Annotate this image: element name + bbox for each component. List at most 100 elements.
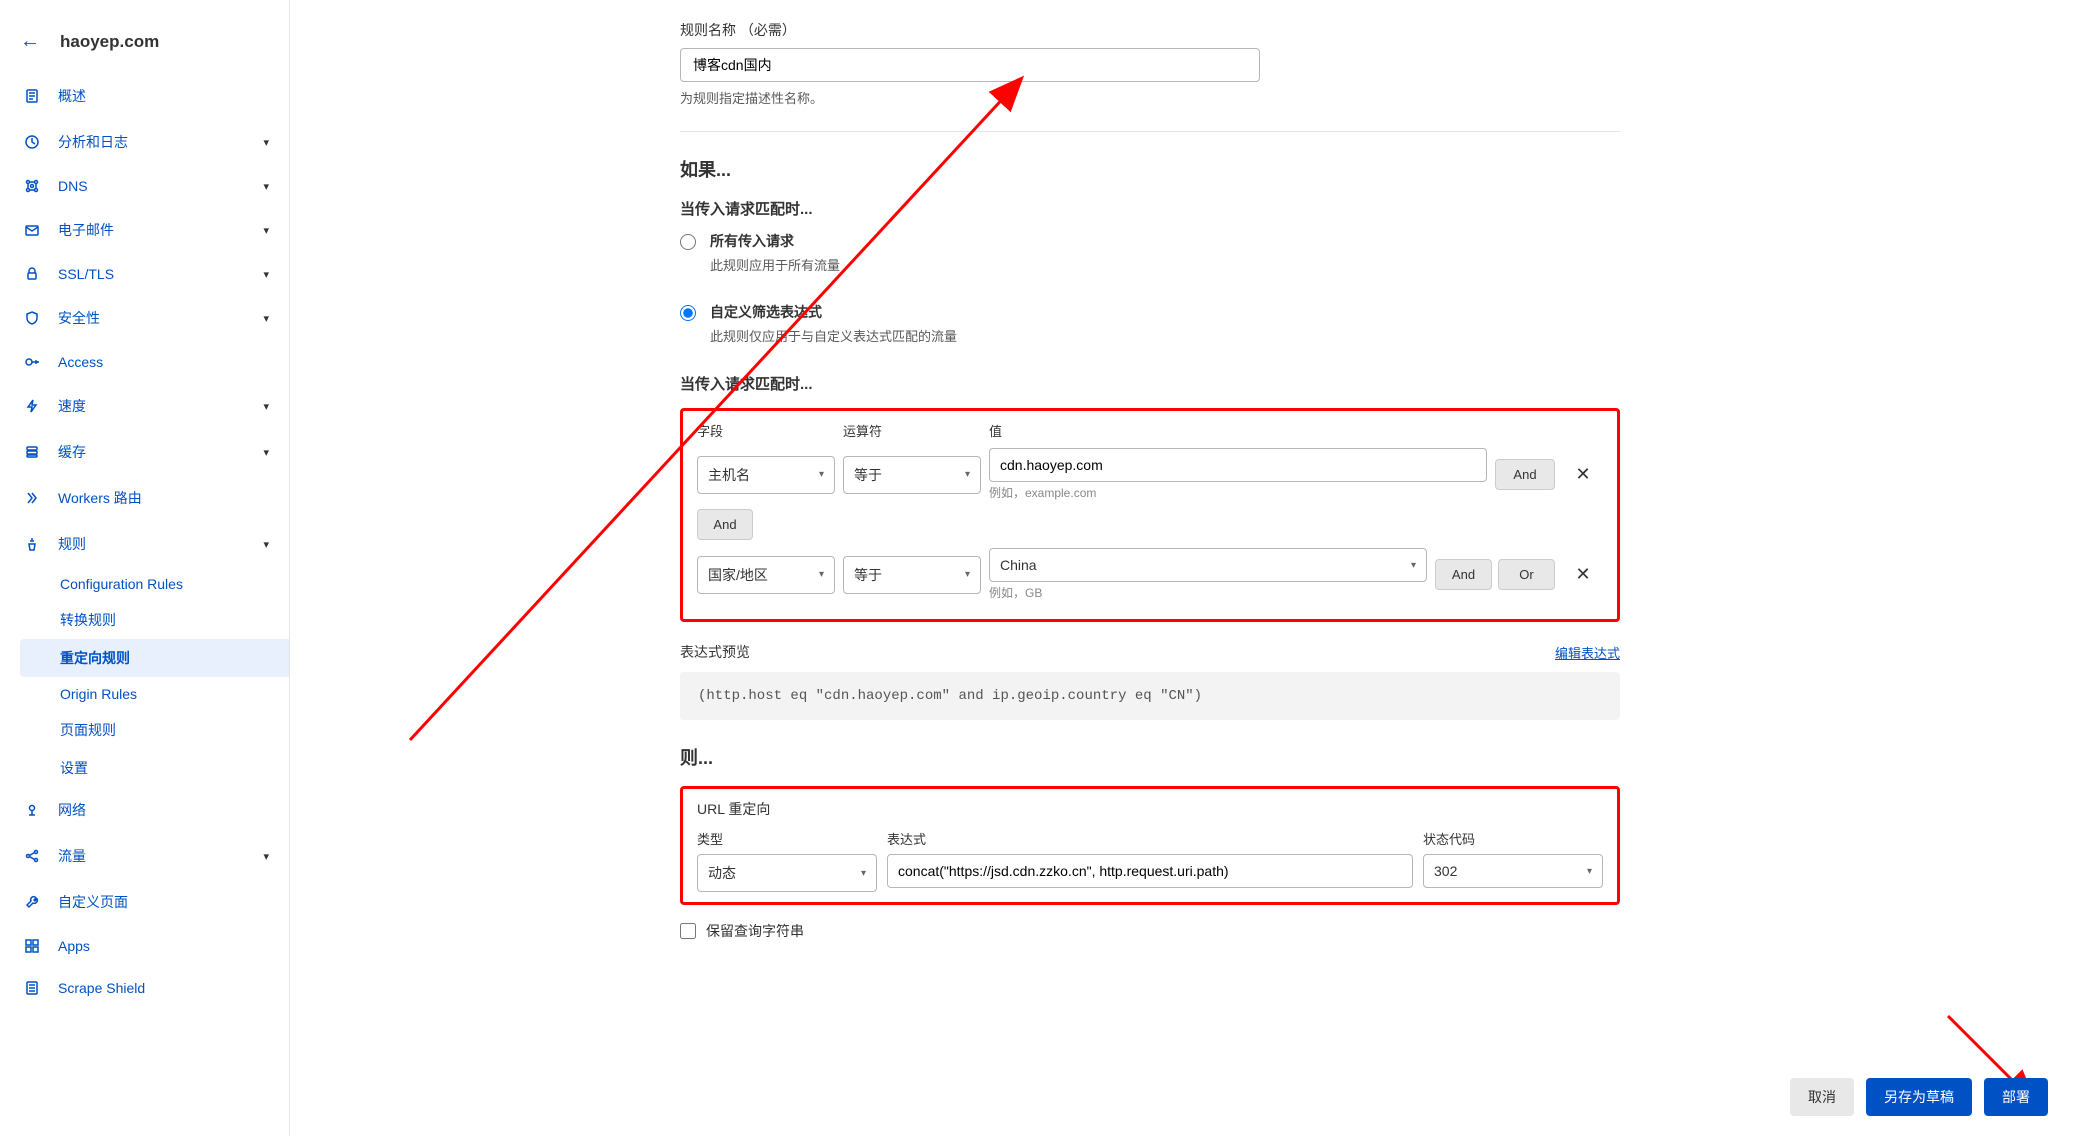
- radio-all-label: 所有传入请求: [710, 231, 840, 251]
- or-button-2[interactable]: Or: [1498, 559, 1555, 590]
- sub-nav-redirect-rules[interactable]: 重定向规则: [20, 639, 289, 677]
- rule-name-help: 为规则指定描述性名称。: [680, 88, 1620, 107]
- sidebar-item-traffic[interactable]: 流量 ▾: [0, 833, 289, 879]
- keep-query-checkbox[interactable]: [680, 923, 696, 939]
- chevron-down-icon: ▾: [263, 850, 269, 863]
- if-section-title: 如果...: [680, 156, 1620, 182]
- sidebar-item-email[interactable]: 电子邮件 ▾: [0, 207, 289, 253]
- field-select-2[interactable]: 国家/地区▾: [697, 556, 835, 594]
- divider: [680, 131, 1620, 132]
- radio-all-requests[interactable]: 所有传入请求 此规则应用于所有流量: [680, 231, 1620, 274]
- sidebar-item-analytics[interactable]: 分析和日志 ▾: [0, 119, 289, 165]
- edit-expression-link[interactable]: 编辑表达式: [1555, 643, 1620, 662]
- sidebar-item-access[interactable]: Access: [0, 341, 289, 383]
- sidebar-item-label: Access: [58, 354, 103, 370]
- and-join-button[interactable]: And: [697, 509, 753, 540]
- status-code-label: 状态代码: [1423, 829, 1603, 848]
- status-code-select[interactable]: 302▾: [1423, 854, 1603, 888]
- radio-custom-desc: 此规则仅应用于与自定义表达式匹配的流量: [710, 326, 957, 345]
- chevron-down-icon: ▾: [965, 569, 970, 580]
- sidebar-item-label: 缓存: [58, 442, 86, 462]
- dns-icon: [20, 178, 44, 194]
- sidebar-item-custom-pages[interactable]: 自定义页面: [0, 879, 289, 925]
- sidebar-item-apps[interactable]: Apps: [0, 925, 289, 967]
- chevron-down-icon: ▾: [1411, 560, 1416, 571]
- save-draft-button[interactable]: 另存为草稿: [1866, 1078, 1972, 1116]
- sub-nav-settings[interactable]: 设置: [60, 749, 289, 787]
- operator-select-2[interactable]: 等于▾: [843, 556, 981, 594]
- remove-row-1-icon[interactable]: ✕: [1563, 464, 1603, 485]
- keep-query-label: 保留查询字符串: [706, 921, 804, 941]
- lock-icon: [20, 266, 44, 282]
- sidebar-header: ← haoyep.com: [0, 20, 289, 73]
- sidebar-item-speed[interactable]: 速度 ▾: [0, 383, 289, 429]
- sidebar-item-network[interactable]: 网络: [0, 787, 289, 833]
- rules-icon: [20, 536, 44, 552]
- operator-select-1[interactable]: 等于▾: [843, 456, 981, 494]
- chevron-down-icon: ▾: [1587, 866, 1592, 877]
- chevron-down-icon: ▾: [965, 469, 970, 480]
- domain-name: haoyep.com: [60, 32, 159, 52]
- sub-nav-page-rules[interactable]: 页面规则: [60, 711, 289, 749]
- sidebar-item-label: Apps: [58, 938, 90, 954]
- cancel-button[interactable]: 取消: [1790, 1078, 1854, 1116]
- match-title: 当传入请求匹配时...: [680, 198, 1620, 219]
- sidebar-item-scrape-shield[interactable]: Scrape Shield: [0, 967, 289, 1009]
- preview-label: 表达式预览: [680, 642, 750, 662]
- sidebar-item-label: 自定义页面: [58, 892, 128, 912]
- expression-preview-row: 表达式预览 编辑表达式: [680, 642, 1620, 662]
- back-arrow-icon[interactable]: ←: [20, 30, 40, 53]
- sidebar-item-label: 流量: [58, 846, 86, 866]
- filter-title: 当传入请求匹配时...: [680, 373, 1620, 394]
- radio-custom-input[interactable]: [680, 305, 696, 321]
- field-select-1[interactable]: 主机名▾: [697, 456, 835, 494]
- filter-header-row: 字段 运算符 值: [697, 421, 1603, 440]
- chevron-down-icon: ▾: [819, 569, 824, 580]
- and-button-1[interactable]: And: [1495, 459, 1555, 490]
- value-input-1[interactable]: [989, 448, 1487, 482]
- sub-nav-origin-rules[interactable]: Origin Rules: [60, 677, 289, 711]
- main-content: 规则名称 （必需） 为规则指定描述性名称。 如果... 当传入请求匹配时... …: [290, 0, 2088, 1136]
- sidebar-item-overview[interactable]: 概述: [0, 73, 289, 119]
- sidebar-item-security[interactable]: 安全性 ▾: [0, 295, 289, 341]
- and-button-2[interactable]: And: [1435, 559, 1492, 590]
- value-select-2[interactable]: China▾: [989, 548, 1427, 582]
- sidebar-item-rules[interactable]: 规则 ▾: [0, 521, 289, 567]
- workers-icon: [20, 490, 44, 506]
- filter-expression-box: 字段 运算符 值 主机名▾ 等于▾ 例如，example.com And ✕ A…: [680, 408, 1620, 622]
- footer-buttons: 取消 另存为草稿 部署: [1790, 1078, 2048, 1116]
- remove-row-2-icon[interactable]: ✕: [1563, 564, 1603, 585]
- col-field-label: 字段: [697, 421, 835, 440]
- deploy-button[interactable]: 部署: [1984, 1078, 2048, 1116]
- clock-icon: [20, 134, 44, 150]
- traffic-icon: [20, 848, 44, 864]
- rule-name-input[interactable]: [680, 48, 1260, 82]
- sidebar-item-cache[interactable]: 缓存 ▾: [0, 429, 289, 475]
- sidebar-item-workers[interactable]: Workers 路由: [0, 475, 289, 521]
- filter-row-2: 国家/地区▾ 等于▾ China▾ 例如，GB And Or ✕: [697, 548, 1603, 601]
- radio-custom-filter[interactable]: 自定义筛选表达式 此规则仅应用于与自定义表达式匹配的流量: [680, 302, 1620, 345]
- sidebar-item-ssl[interactable]: SSL/TLS ▾: [0, 253, 289, 295]
- sidebar-item-label: 分析和日志: [58, 132, 128, 152]
- sidebar-item-label: Workers 路由: [58, 488, 142, 508]
- keep-query-checkbox-row[interactable]: 保留查询字符串: [680, 921, 1620, 941]
- chevron-down-icon: ▾: [861, 868, 866, 879]
- sidebar-item-dns[interactable]: DNS ▾: [0, 165, 289, 207]
- radio-all-input[interactable]: [680, 234, 696, 250]
- mail-icon: [20, 222, 44, 238]
- chevron-down-icon: ▾: [263, 400, 269, 413]
- radio-all-desc: 此规则应用于所有流量: [710, 255, 840, 274]
- sidebar-item-label: 概述: [58, 86, 86, 106]
- access-icon: [20, 354, 44, 370]
- then-section-title: 则...: [680, 744, 1620, 770]
- sidebar-item-label: 安全性: [58, 308, 100, 328]
- network-icon: [20, 802, 44, 818]
- scrape-icon: [20, 980, 44, 996]
- expression-input[interactable]: [887, 854, 1413, 888]
- sub-nav-config-rules[interactable]: Configuration Rules: [60, 567, 289, 601]
- radio-custom-label: 自定义筛选表达式: [710, 302, 957, 322]
- rules-submenu: Configuration Rules 转换规则 重定向规则 Origin Ru…: [0, 567, 289, 787]
- sub-nav-transform-rules[interactable]: 转换规则: [60, 601, 289, 639]
- type-select[interactable]: 动态▾: [697, 854, 877, 892]
- apps-icon: [20, 938, 44, 954]
